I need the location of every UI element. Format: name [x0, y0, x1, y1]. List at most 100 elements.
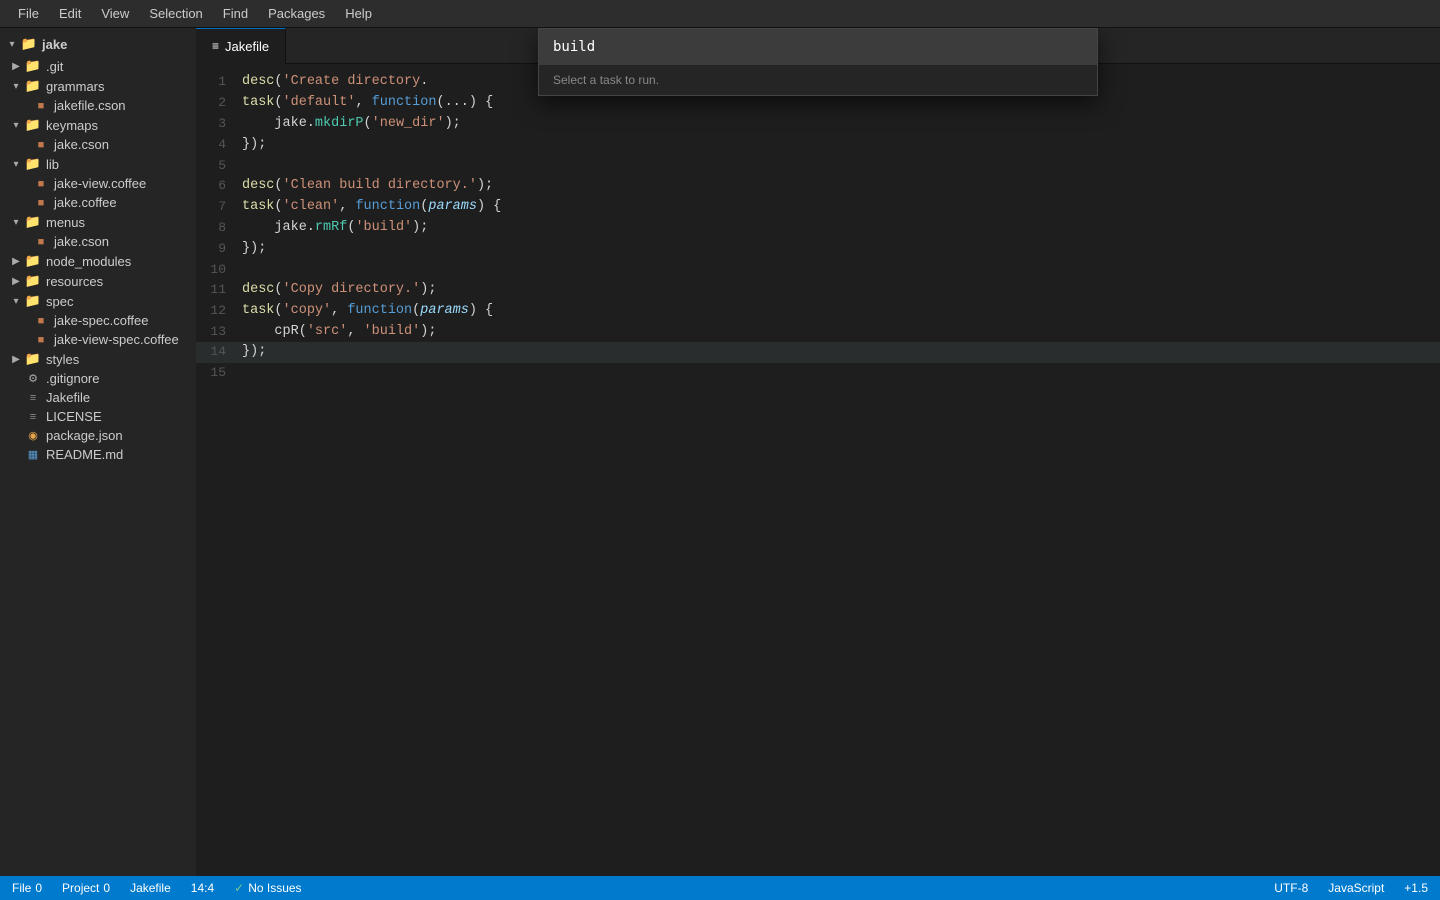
readme-md-icon: ▦	[24, 448, 42, 461]
sidebar-item-jake-spec-coffee[interactable]: ■ jake-spec.coffee	[0, 311, 196, 330]
sidebar-item-grammars[interactable]: ▾ 📁 grammars	[0, 76, 196, 96]
line-num-10: 10	[196, 260, 238, 280]
menus-arrow: ▾	[8, 217, 24, 228]
sidebar-item-lib[interactable]: ▾ 📁 lib	[0, 154, 196, 174]
line-num-11: 11	[196, 280, 238, 300]
menu-file[interactable]: File	[8, 0, 49, 28]
status-jakefile[interactable]: Jakefile	[126, 881, 175, 895]
code-line-9: 9 });	[196, 239, 1440, 260]
status-project-count: 0	[103, 881, 110, 895]
menu-packages[interactable]: Packages	[258, 0, 335, 28]
line-num-13: 13	[196, 322, 238, 342]
sidebar-item-menus[interactable]: ▾ 📁 menus	[0, 212, 196, 232]
line-num-12: 12	[196, 301, 238, 321]
spec-folder-icon: 📁	[24, 293, 42, 309]
status-file-label: File	[12, 881, 31, 895]
sidebar-item-readme-md[interactable]: ▦ README.md	[0, 445, 196, 464]
jake-view-coffee-icon: ■	[32, 178, 50, 190]
code-line-11: 11 desc('Copy directory.');	[196, 280, 1440, 301]
jakefile-icon: ≡	[24, 392, 42, 404]
command-palette-input[interactable]	[539, 29, 1097, 65]
line-content-13: cpR('src', 'build');	[238, 322, 1440, 343]
sidebar-item-jake-cson[interactable]: ■ jake.cson	[0, 135, 196, 154]
status-encoding[interactable]: UTF-8	[1270, 881, 1312, 895]
license-icon: ≡	[24, 411, 42, 423]
code-line-7: 7 task('clean', function(params) {	[196, 197, 1440, 218]
status-position[interactable]: 14:4	[187, 881, 218, 895]
styles-folder-icon: 📁	[24, 351, 42, 367]
sidebar-item-gitignore[interactable]: ⚙ .gitignore	[0, 369, 196, 388]
resources-label: resources	[46, 274, 103, 289]
grammars-folder-icon: 📁	[24, 78, 42, 94]
gitignore-icon: ⚙	[24, 372, 42, 385]
sidebar-item-jake-coffee[interactable]: ■ jake.coffee	[0, 193, 196, 212]
jake-spec-coffee-icon: ■	[32, 315, 50, 327]
menu-selection[interactable]: Selection	[139, 0, 212, 28]
statusbar: File 0 Project 0 Jakefile 14:4 ✓ No Issu…	[0, 876, 1440, 900]
menu-view[interactable]: View	[91, 0, 139, 28]
root-folder-icon: 📁	[20, 36, 38, 52]
jake-cson-icon: ■	[32, 139, 50, 151]
sidebar-item-jake-cson-menus[interactable]: ■ jake.cson	[0, 232, 196, 251]
menubar: File Edit View Selection Find Packages H…	[0, 0, 1440, 28]
resources-folder-icon: 📁	[24, 273, 42, 289]
lib-folder-icon: 📁	[24, 156, 42, 172]
line-num-2: 2	[196, 93, 238, 113]
line-content-8: jake.rmRf('build');	[238, 218, 1440, 239]
status-file[interactable]: File 0	[8, 881, 46, 895]
code-line-3: 3 jake.mkdirP('new_dir');	[196, 114, 1440, 135]
node-modules-label: node_modules	[46, 254, 131, 269]
jake-view-spec-coffee-label: jake-view-spec.coffee	[54, 332, 179, 347]
sidebar-item-jakefile[interactable]: ≡ Jakefile	[0, 388, 196, 407]
node-modules-folder-icon: 📁	[24, 253, 42, 269]
sidebar-item-keymaps[interactable]: ▾ 📁 keymaps	[0, 115, 196, 135]
git-folder-icon: 📁	[24, 58, 42, 74]
sidebar-item-styles[interactable]: ▶ 📁 styles	[0, 349, 196, 369]
sidebar-item-package-json[interactable]: ◉ package.json	[0, 426, 196, 445]
root-label: jake	[42, 37, 67, 52]
sidebar-item-jakefile-cson[interactable]: ■ jakefile.cson	[0, 96, 196, 115]
code-editor[interactable]: 1 desc('Create directory. 2 task('defaul…	[196, 64, 1440, 876]
sidebar-item-jake-view-coffee[interactable]: ■ jake-view.coffee	[0, 174, 196, 193]
menu-find[interactable]: Find	[213, 0, 258, 28]
status-encoding-value: UTF-8	[1274, 881, 1308, 895]
status-position-value: 14:4	[191, 881, 214, 895]
sidebar-root-jake[interactable]: ▾ 📁 jake	[0, 32, 196, 56]
line-content-6: desc('Clean build directory.');	[238, 176, 1440, 197]
menu-edit[interactable]: Edit	[49, 0, 91, 28]
menus-label: menus	[46, 215, 85, 230]
line-num-7: 7	[196, 197, 238, 217]
line-content-3: jake.mkdirP('new_dir');	[238, 114, 1440, 135]
status-no-issues[interactable]: ✓ No Issues	[230, 881, 305, 895]
status-indent[interactable]: +1.5	[1400, 881, 1432, 895]
status-language[interactable]: JavaScript	[1324, 881, 1388, 895]
git-arrow: ▶	[8, 61, 24, 72]
jake-view-coffee-label: jake-view.coffee	[54, 176, 146, 191]
line-content-2: task('default', function(...) {	[238, 93, 1440, 114]
line-content-7: task('clean', function(params) {	[238, 197, 1440, 218]
jake-cson-menus-label: jake.cson	[54, 234, 109, 249]
line-num-1: 1	[196, 72, 238, 92]
lib-arrow: ▾	[8, 159, 24, 170]
line-num-6: 6	[196, 176, 238, 196]
editor-wrapper: ≡ Jakefile 1 desc('Create directory. 2 t…	[196, 28, 1440, 876]
sidebar-item-node-modules[interactable]: ▶ 📁 node_modules	[0, 251, 196, 271]
sidebar-item-spec[interactable]: ▾ 📁 spec	[0, 291, 196, 311]
sidebar-item-git[interactable]: ▶ 📁 .git	[0, 56, 196, 76]
resources-arrow: ▶	[8, 276, 24, 287]
styles-arrow: ▶	[8, 354, 24, 365]
status-project[interactable]: Project 0	[58, 881, 114, 895]
code-line-6: 6 desc('Clean build directory.');	[196, 176, 1440, 197]
sidebar-item-license[interactable]: ≡ LICENSE	[0, 407, 196, 426]
sidebar-item-resources[interactable]: ▶ 📁 resources	[0, 271, 196, 291]
tab-jakefile[interactable]: ≡ Jakefile	[196, 28, 286, 64]
menu-help[interactable]: Help	[335, 0, 382, 28]
keymaps-folder-icon: 📁	[24, 117, 42, 133]
line-content-4: });	[238, 135, 1440, 156]
sidebar-item-jake-view-spec-coffee[interactable]: ■ jake-view-spec.coffee	[0, 330, 196, 349]
lib-label: lib	[46, 157, 59, 172]
line-num-14: 14	[196, 342, 238, 362]
line-num-15: 15	[196, 363, 238, 383]
code-line-14: 14 });	[196, 342, 1440, 363]
line-num-5: 5	[196, 156, 238, 176]
